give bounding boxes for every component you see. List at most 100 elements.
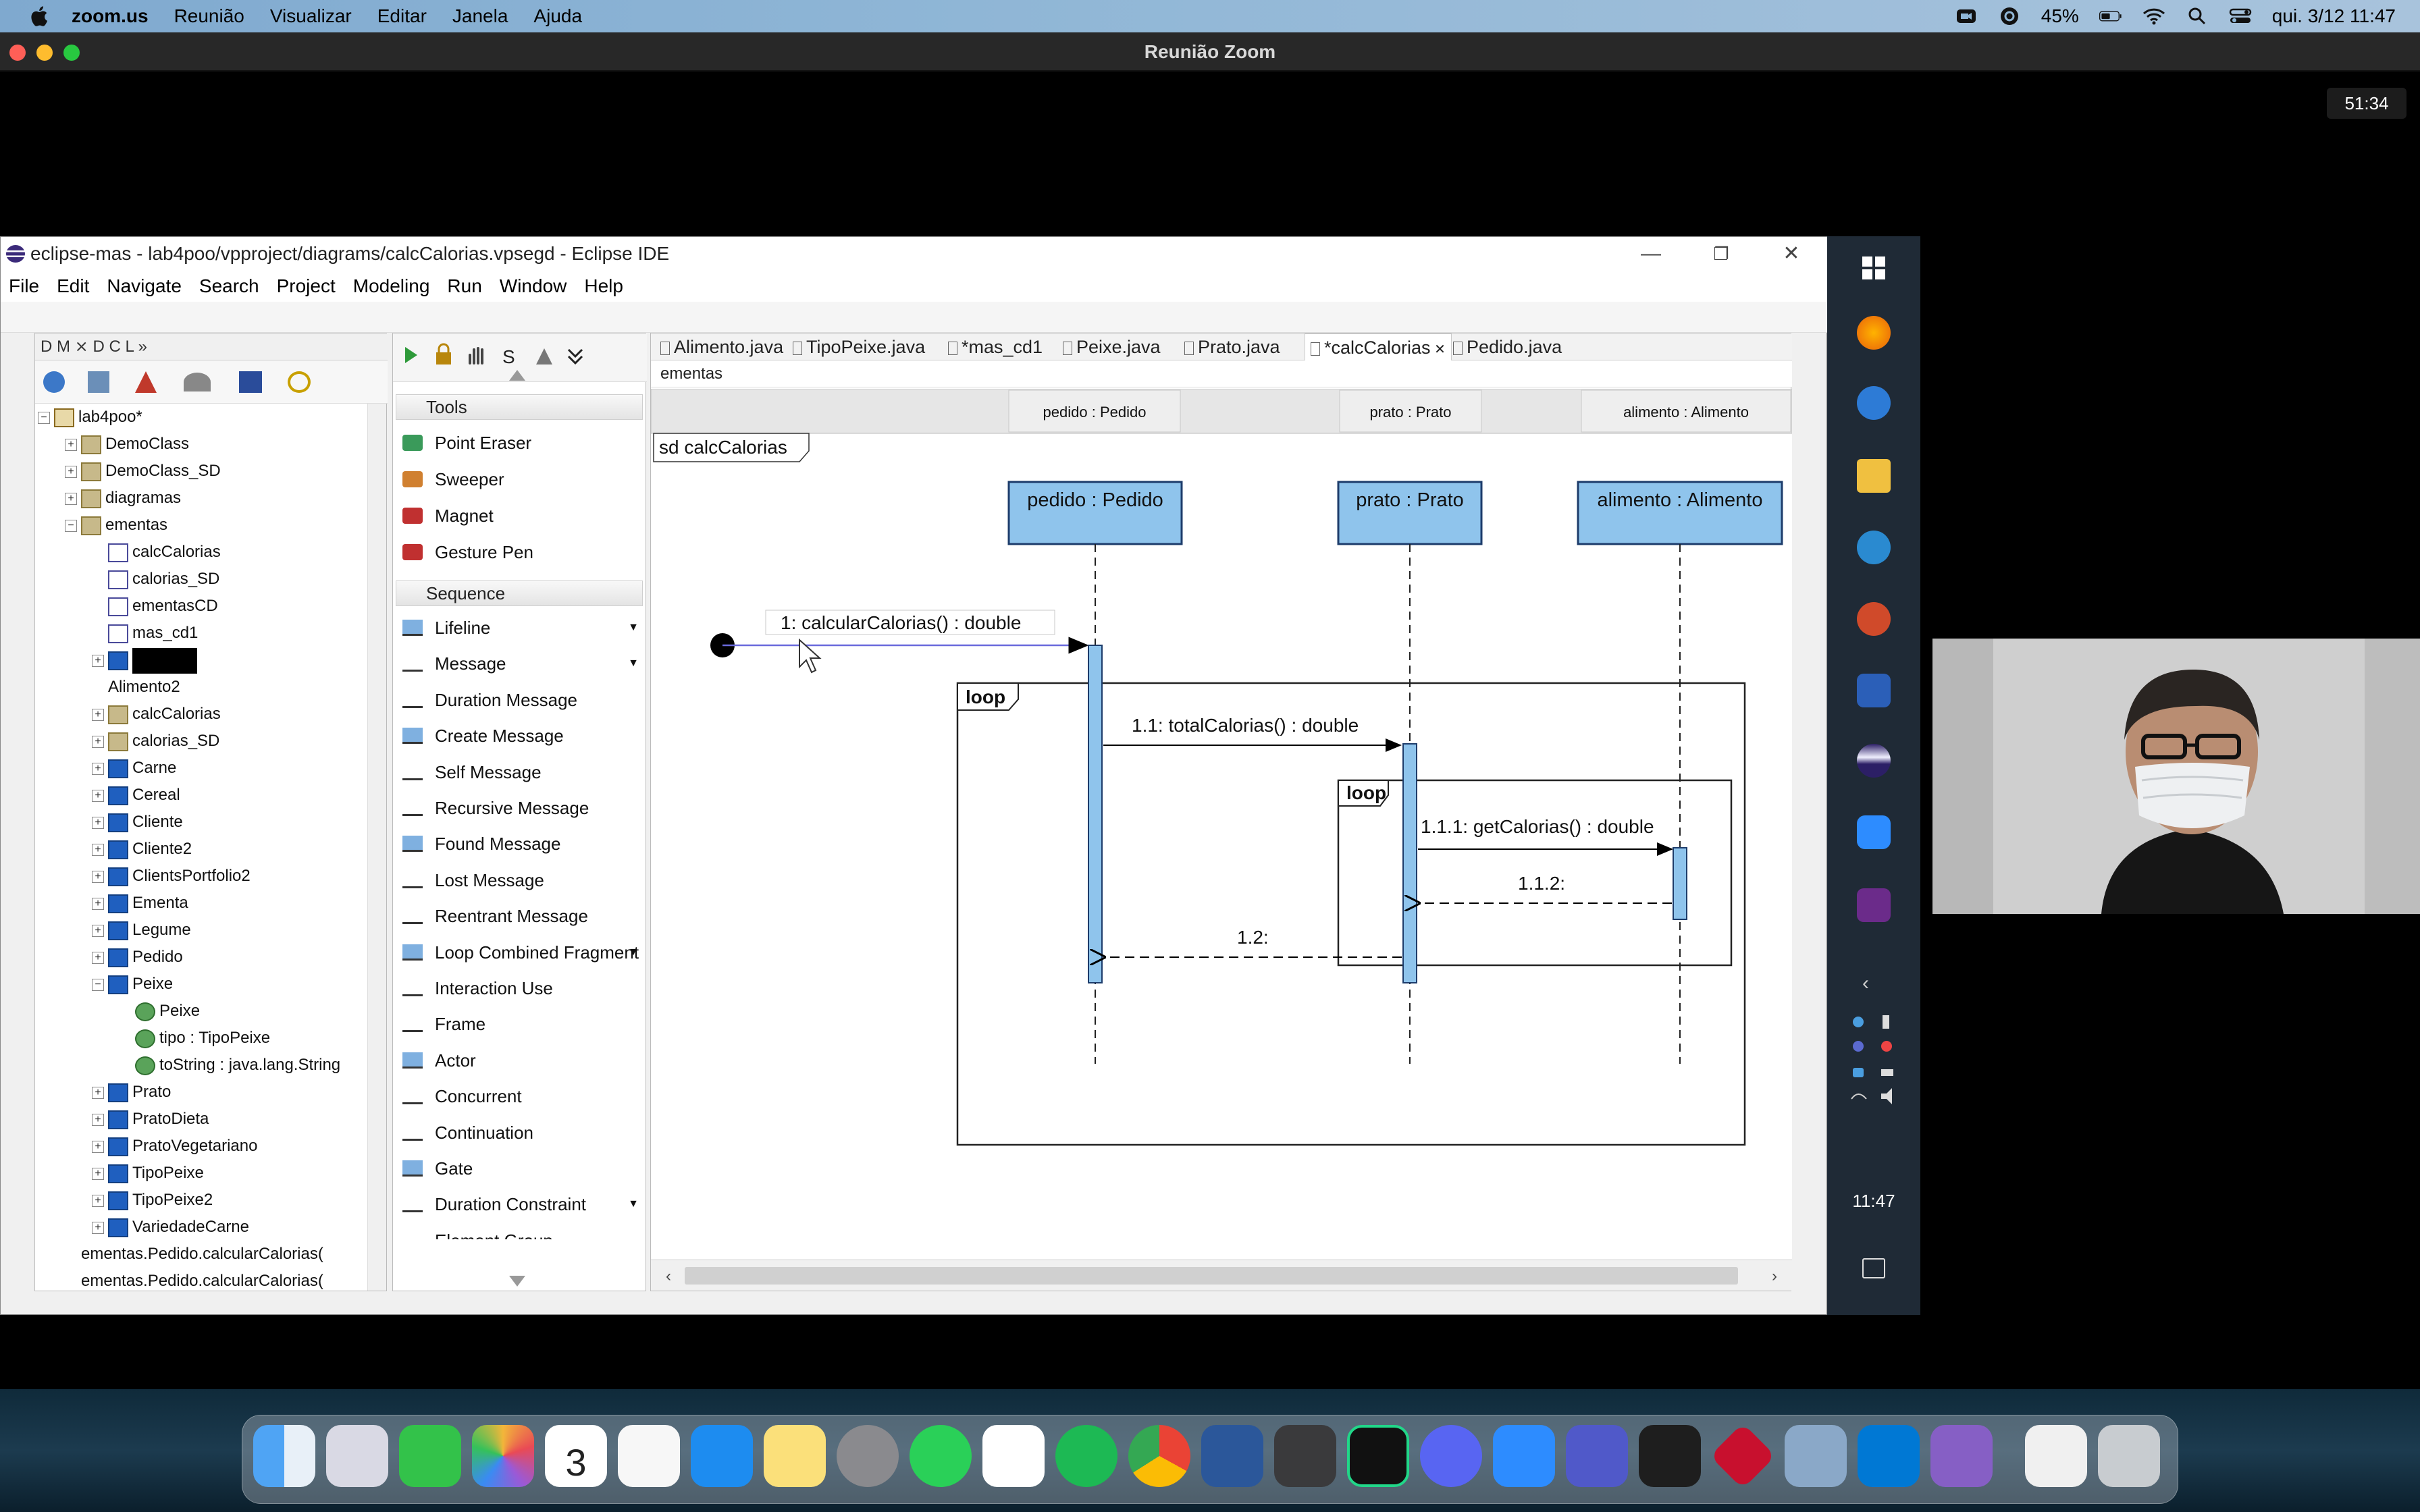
tree-item[interactable]: calcCalorias (92, 539, 221, 566)
view-icon[interactable] (239, 371, 262, 393)
menu-edit[interactable]: Edit (57, 275, 89, 297)
expand-icon[interactable]: + (92, 1140, 104, 1153)
powerpoint-icon[interactable] (1857, 602, 1891, 636)
calendar-icon[interactable]: 3 (545, 1425, 607, 1487)
preview-icon[interactable] (1785, 1425, 1847, 1487)
menu-ajuda[interactable]: Ajuda (533, 5, 582, 27)
firefox-icon[interactable] (1857, 316, 1891, 350)
palette-sequence-item[interactable]: Lost Message (393, 863, 646, 898)
minimize-icon[interactable]: — (1616, 237, 1686, 271)
palette-sequence-item[interactable]: Duration Constraint ▼ (393, 1187, 646, 1222)
menu-run[interactable]: Run (447, 275, 481, 297)
scroll-down-icon[interactable] (509, 1276, 525, 1287)
palette-tool-item[interactable]: Gesture Pen (393, 535, 646, 570)
scroll-thumb[interactable] (685, 1267, 1738, 1285)
tree-item[interactable]: ementas.Pedido.calcularCalorias( (65, 1241, 323, 1268)
calculator-icon[interactable] (1274, 1425, 1336, 1487)
tree-item[interactable]: + Ementa (92, 890, 188, 917)
editor-tab[interactable]: Prato.java (1184, 333, 1280, 360)
tree-item[interactable]: Peixe (119, 998, 200, 1025)
close-tab-icon[interactable]: ✕ (1431, 342, 1446, 357)
tree-item[interactable]: + ClientsPortfolio2 (92, 863, 251, 890)
scroll-left-icon[interactable]: ‹ (666, 1267, 671, 1286)
visual-studio-icon[interactable] (1930, 1425, 1993, 1487)
palette-tool-item[interactable]: Magnet (393, 498, 646, 533)
tree-item[interactable]: + VariedadeCarne (92, 1214, 249, 1241)
menu-search[interactable]: Search (199, 275, 259, 297)
tree-item[interactable]: + Cliente (92, 809, 183, 836)
horizontal-scrollbar[interactable]: ‹ › (651, 1260, 1792, 1291)
hierarchy-icon[interactable] (88, 371, 109, 393)
palette-sequence-item[interactable]: Actor (393, 1043, 646, 1078)
tree-item[interactable]: + Carne (92, 755, 176, 782)
reminders-icon[interactable] (618, 1425, 680, 1487)
palette-sequence-item[interactable]: Concurrent (393, 1079, 646, 1114)
sync-icon[interactable] (288, 371, 311, 393)
pdf-app-icon[interactable] (1857, 888, 1891, 922)
close-window-button[interactable] (9, 45, 26, 61)
spotify-icon[interactable] (1055, 1425, 1117, 1487)
participant-video[interactable] (1932, 639, 2420, 914)
expand-icon[interactable]: + (92, 789, 104, 802)
expand-icon[interactable]: + (92, 924, 104, 937)
tree-item[interactable]: mas_cd1 (92, 620, 198, 647)
app-store-icon[interactable] (691, 1425, 753, 1487)
launchpad-icon[interactable] (326, 1425, 388, 1487)
control-center-icon[interactable] (2229, 6, 2252, 26)
zoom-taskbar-icon[interactable] (1857, 815, 1891, 849)
expand-icon[interactable]: + (92, 1113, 104, 1126)
menu-bar-clock[interactable]: qui. 3/12 11:47 (2272, 5, 2396, 27)
palette-sequence-item[interactable]: Self Message (393, 755, 646, 790)
tools-icon[interactable] (184, 373, 211, 392)
editor-tab[interactable]: TipoPeixe.java (793, 333, 925, 360)
teams-icon[interactable] (1566, 1425, 1628, 1487)
notifications-icon[interactable] (1862, 1258, 1885, 1278)
tree-item[interactable]: + diagramas (65, 485, 181, 512)
palette-sequence-item[interactable]: Frame (393, 1006, 646, 1042)
vscode-icon[interactable] (1858, 1425, 1920, 1487)
expand-icon[interactable]: + (92, 1167, 104, 1180)
tree-item[interactable]: + TipoPeixe (92, 1160, 204, 1187)
dropdown-icon[interactable]: ▼ (628, 646, 639, 681)
expand-icon[interactable]: + (92, 708, 104, 721)
expand-icon[interactable]: + (92, 1194, 104, 1207)
zoom-dock-icon[interactable] (1493, 1425, 1555, 1487)
word-icon[interactable] (1201, 1425, 1263, 1487)
expand-icon[interactable]: + (92, 843, 104, 856)
globe-icon[interactable] (43, 371, 65, 393)
sequence-diagram-canvas[interactable]: pedido : Pedido prato : Prato alimento : A… (651, 389, 1792, 1260)
palette-tool-item[interactable]: Sweeper (393, 462, 646, 497)
eclipse-taskbar-icon[interactable] (1857, 744, 1891, 778)
collapse-icon[interactable]: − (65, 519, 77, 532)
menu-help[interactable]: Help (584, 275, 623, 297)
tree-item[interactable]: + calcCalorias (92, 701, 221, 728)
documents-folder-icon[interactable] (2025, 1425, 2087, 1487)
expand-icon[interactable]: + (92, 654, 104, 667)
spotlight-search-icon[interactable] (2186, 6, 2209, 26)
menu-project[interactable]: Project (277, 275, 336, 297)
palette-sequence-item[interactable]: Interaction Use (393, 971, 646, 1006)
tree-item[interactable]: − Peixe (92, 971, 173, 998)
tree-item[interactable]: Alimento2 (92, 674, 180, 701)
palette-sequence-item[interactable]: Duration Message (393, 682, 646, 718)
expand-icon[interactable]: + (92, 1221, 104, 1234)
menu-file[interactable]: File (9, 275, 39, 297)
expand-icon[interactable]: + (92, 816, 104, 829)
collapse-icon[interactable]: − (92, 978, 104, 991)
expand-icon[interactable]: + (92, 951, 104, 964)
palette-sequence-item[interactable]: Message ▼ (393, 646, 646, 681)
editor-tab[interactable]: Peixe.java (1063, 333, 1161, 360)
tree-item[interactable]: toString : java.lang.String (119, 1052, 340, 1079)
menu-editar[interactable]: Editar (377, 5, 427, 27)
tree-item[interactable]: + Prato (92, 1079, 171, 1106)
breadcrumb[interactable]: ementas (651, 360, 1792, 387)
menu-app-name[interactable]: zoom.us (72, 5, 149, 27)
creative-cloud-icon[interactable] (1998, 6, 2021, 26)
system-tray-icons[interactable] (1847, 1013, 1901, 1107)
tree-item[interactable]: + Cereal (92, 782, 180, 809)
scroll-up-icon[interactable] (509, 370, 525, 381)
tree-item[interactable]: + calorias_SD (92, 728, 219, 755)
windows-start-icon[interactable] (1857, 251, 1891, 285)
palette-sequence-item[interactable]: Continuation (393, 1115, 646, 1150)
tree-item[interactable]: + Cliente2 (92, 836, 192, 863)
